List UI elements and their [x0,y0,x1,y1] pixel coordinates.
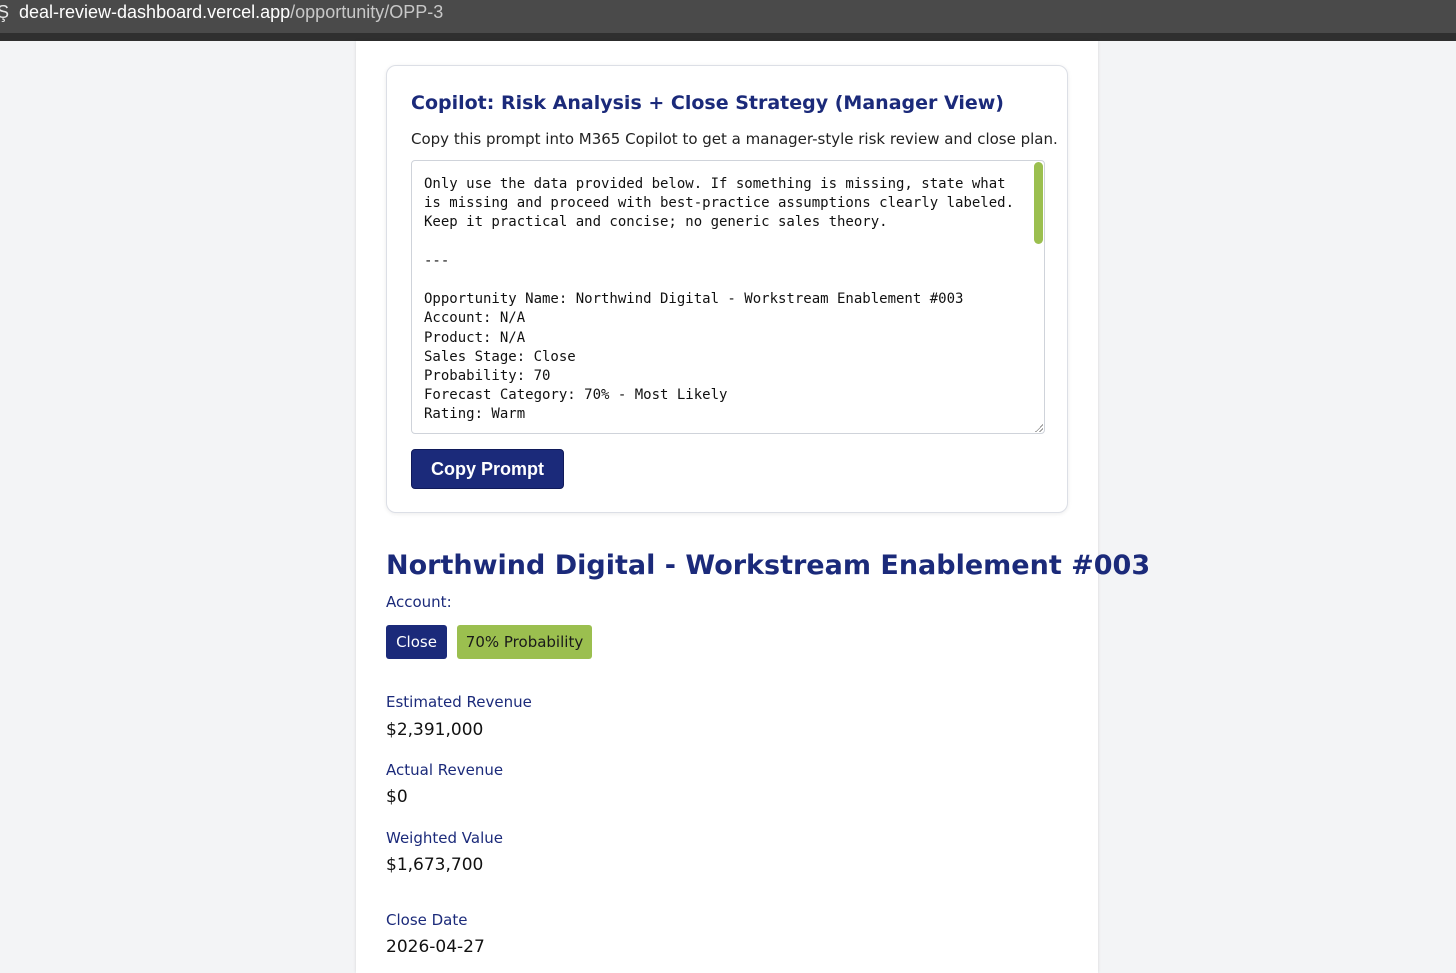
weighted-value-label: Weighted Value [386,829,503,847]
actual-revenue-label: Actual Revenue [386,761,504,779]
copilot-card-title: Copilot: Risk Analysis + Close Strategy … [411,92,1004,114]
prompt-scrollbar-thumb[interactable] [1034,162,1043,244]
close-date-value: 2026-04-27 [386,937,485,957]
prompt-text[interactable]: Only use the data provided below. If som… [424,175,1024,425]
actual-revenue-value: $0 [386,787,408,807]
probability-badge: 70% Probability [457,625,592,659]
estimated-revenue-label: Estimated Revenue [386,693,532,711]
prompt-textarea[interactable]: Only use the data provided below. If som… [411,160,1045,434]
site-info-icon[interactable]: Ş [0,0,9,25]
url-path: /opportunity/OPP-3 [290,2,444,22]
close-date-label: Close Date [386,911,468,929]
copilot-card-description: Copy this prompt into M365 Copilot to ge… [411,130,1058,148]
url-field[interactable]: deal-review-dashboard.vercel.app/opportu… [19,0,443,25]
copy-prompt-button[interactable]: Copy Prompt [411,449,564,489]
stage-badge: Close [386,625,447,659]
opportunity-title: Northwind Digital - Workstream Enablemen… [386,550,1151,581]
browser-tab-strip [0,33,1456,41]
estimated-revenue-value: $2,391,000 [386,720,484,740]
resize-grip-icon[interactable] [1035,424,1043,432]
account-label: Account: [386,593,452,611]
copilot-prompt-card: Copilot: Risk Analysis + Close Strategy … [386,65,1068,513]
weighted-value-value: $1,673,700 [386,855,484,875]
url-domain: deal-review-dashboard.vercel.app [19,2,291,22]
page-content: Copilot: Risk Analysis + Close Strategy … [356,41,1150,973]
browser-address-bar: Ş deal-review-dashboard.vercel.app/oppor… [0,0,1456,33]
